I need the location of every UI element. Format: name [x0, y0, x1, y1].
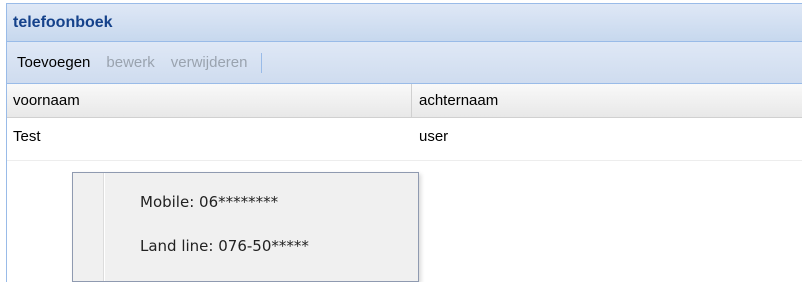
delete-button[interactable]: verwijderen	[167, 54, 252, 71]
panel-header: telefoonboek	[7, 4, 802, 42]
menu-item-mobile[interactable]: Mobile: 06********	[140, 193, 278, 211]
toolbar-separator	[261, 52, 263, 73]
context-menu: Mobile: 06******** Land line: 076-50****…	[72, 172, 419, 282]
cell-achternaam: user	[419, 128, 449, 145]
grid-header: voornaam achternaam	[7, 84, 802, 118]
column-header-achternaam[interactable]: achternaam	[412, 84, 802, 117]
panel-title: telefoonboek	[13, 13, 113, 31]
cell-voornaam: Test	[13, 128, 41, 145]
column-header-voornaam[interactable]: voornaam	[7, 84, 412, 117]
menu-icon-gutter	[103, 173, 105, 281]
table-row[interactable]: Test user	[7, 118, 802, 161]
toolbar: Toevoegen bewerk verwijderen	[7, 42, 802, 84]
edit-button[interactable]: bewerk	[102, 54, 158, 71]
add-button[interactable]: Toevoegen	[13, 54, 94, 71]
menu-item-landline[interactable]: Land line: 076-50*****	[140, 237, 309, 255]
